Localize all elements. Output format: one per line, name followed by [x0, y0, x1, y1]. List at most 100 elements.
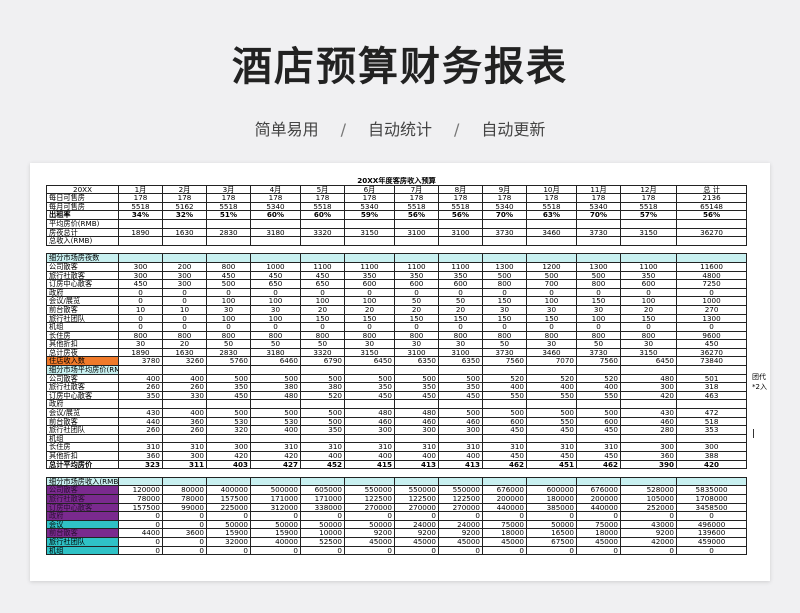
- cell[interactable]: 440000: [482, 502, 527, 513]
- cell[interactable]: 50000: [344, 519, 395, 530]
- cell[interactable]: 400: [438, 451, 483, 461]
- cell[interactable]: 415: [344, 459, 395, 470]
- cell[interactable]: [576, 468, 621, 478]
- cell[interactable]: 15900: [206, 528, 251, 538]
- cell[interactable]: 171000: [300, 493, 345, 504]
- cell[interactable]: 200000: [576, 493, 621, 504]
- cell[interactable]: 100: [620, 296, 677, 306]
- cell[interactable]: 30: [482, 304, 527, 315]
- cell[interactable]: [162, 476, 207, 487]
- cell[interactable]: [526, 244, 577, 255]
- cell[interactable]: [482, 476, 527, 487]
- cell[interactable]: 0: [394, 287, 439, 298]
- cell[interactable]: 400: [344, 451, 395, 461]
- cell[interactable]: [482, 468, 527, 478]
- cell[interactable]: 462: [576, 459, 621, 470]
- cell[interactable]: [394, 218, 439, 229]
- cell[interactable]: 178: [162, 193, 207, 203]
- cell[interactable]: 1100: [344, 261, 395, 272]
- cell[interactable]: 30: [526, 339, 577, 349]
- cell[interactable]: 460: [620, 416, 677, 427]
- cell[interactable]: 5162: [162, 201, 207, 212]
- cell[interactable]: [438, 476, 483, 487]
- cell[interactable]: 5760: [206, 356, 251, 367]
- cell[interactable]: 0: [482, 511, 527, 521]
- cell[interactable]: 30: [526, 304, 577, 315]
- row-label[interactable]: [46, 244, 119, 255]
- cell[interactable]: 36270: [675, 227, 748, 238]
- cell[interactable]: [675, 236, 748, 246]
- cell[interactable]: 30: [250, 304, 301, 315]
- cell[interactable]: 3780: [118, 356, 163, 367]
- cell[interactable]: [206, 365, 251, 375]
- cell[interactable]: 500000: [250, 485, 301, 495]
- cell[interactable]: 400: [576, 382, 621, 392]
- cell[interactable]: 1100: [620, 261, 677, 272]
- cell[interactable]: 800: [438, 330, 483, 341]
- cell[interactable]: 0: [576, 511, 621, 521]
- cell[interactable]: [394, 244, 439, 255]
- cell[interactable]: 460: [344, 416, 395, 427]
- cell[interactable]: 0: [344, 287, 395, 298]
- cell[interactable]: [394, 253, 439, 263]
- cell[interactable]: 3460: [526, 227, 577, 238]
- cell[interactable]: 150: [344, 313, 395, 324]
- cell[interactable]: 650: [250, 279, 301, 289]
- cell[interactable]: 350: [620, 270, 677, 281]
- cell[interactable]: 0: [250, 287, 301, 298]
- cell[interactable]: 450: [526, 425, 577, 435]
- cell[interactable]: [118, 244, 163, 255]
- cell[interactable]: 400: [300, 451, 345, 461]
- cell[interactable]: 100: [250, 296, 301, 306]
- cell[interactable]: [394, 433, 439, 444]
- cell[interactable]: 0: [162, 519, 207, 530]
- cell[interactable]: 78000: [118, 493, 163, 504]
- cell[interactable]: [162, 433, 207, 444]
- cell[interactable]: 45000: [438, 536, 483, 547]
- cell[interactable]: 460: [394, 416, 439, 427]
- cell[interactable]: 157500: [206, 493, 251, 504]
- row-label[interactable]: 政府: [46, 287, 119, 298]
- cell[interactable]: 150: [482, 313, 527, 324]
- cell[interactable]: 310: [438, 442, 483, 452]
- cell[interactable]: 6450: [620, 356, 677, 367]
- row-label[interactable]: 订房中心散客: [46, 390, 119, 401]
- cell[interactable]: [620, 236, 677, 246]
- cell[interactable]: 225000: [206, 502, 251, 513]
- cell[interactable]: 450: [344, 390, 395, 401]
- cell[interactable]: 50: [438, 296, 483, 306]
- cell[interactable]: 800: [206, 261, 251, 272]
- cell[interactable]: 550000: [438, 485, 483, 495]
- cell[interactable]: 400: [162, 373, 207, 384]
- row-label[interactable]: 平均房价(RMB): [46, 218, 119, 229]
- cell[interactable]: 9200: [344, 528, 395, 538]
- cell[interactable]: 600: [620, 279, 677, 289]
- cell[interactable]: [344, 399, 395, 410]
- cell[interactable]: 260: [162, 382, 207, 392]
- row-label[interactable]: 前台散客: [46, 528, 119, 538]
- row-label[interactable]: 每日可售房: [46, 193, 119, 203]
- cell[interactable]: [526, 218, 577, 229]
- cell[interactable]: [438, 433, 483, 444]
- cell[interactable]: 350: [394, 270, 439, 281]
- cell[interactable]: [438, 244, 483, 255]
- cell[interactable]: [620, 253, 677, 263]
- cell[interactable]: 5518: [118, 201, 163, 212]
- cell[interactable]: 500: [250, 408, 301, 418]
- cell[interactable]: 2830: [206, 227, 251, 238]
- cell[interactable]: [162, 399, 207, 410]
- cell[interactable]: 530: [250, 416, 301, 427]
- cell[interactable]: 800: [482, 330, 527, 341]
- cell[interactable]: 520: [300, 390, 345, 401]
- cell[interactable]: 550: [576, 390, 621, 401]
- cell[interactable]: 360: [118, 451, 163, 461]
- cell[interactable]: 18000: [576, 528, 621, 538]
- cell[interactable]: 300: [206, 442, 251, 452]
- cell[interactable]: 450: [206, 390, 251, 401]
- cell[interactable]: 400: [482, 382, 527, 392]
- cell[interactable]: 6460: [250, 356, 301, 367]
- cell[interactable]: 800: [526, 330, 577, 341]
- cell[interactable]: 385000: [526, 502, 577, 513]
- cell[interactable]: 318: [675, 382, 748, 392]
- cell[interactable]: [162, 365, 207, 375]
